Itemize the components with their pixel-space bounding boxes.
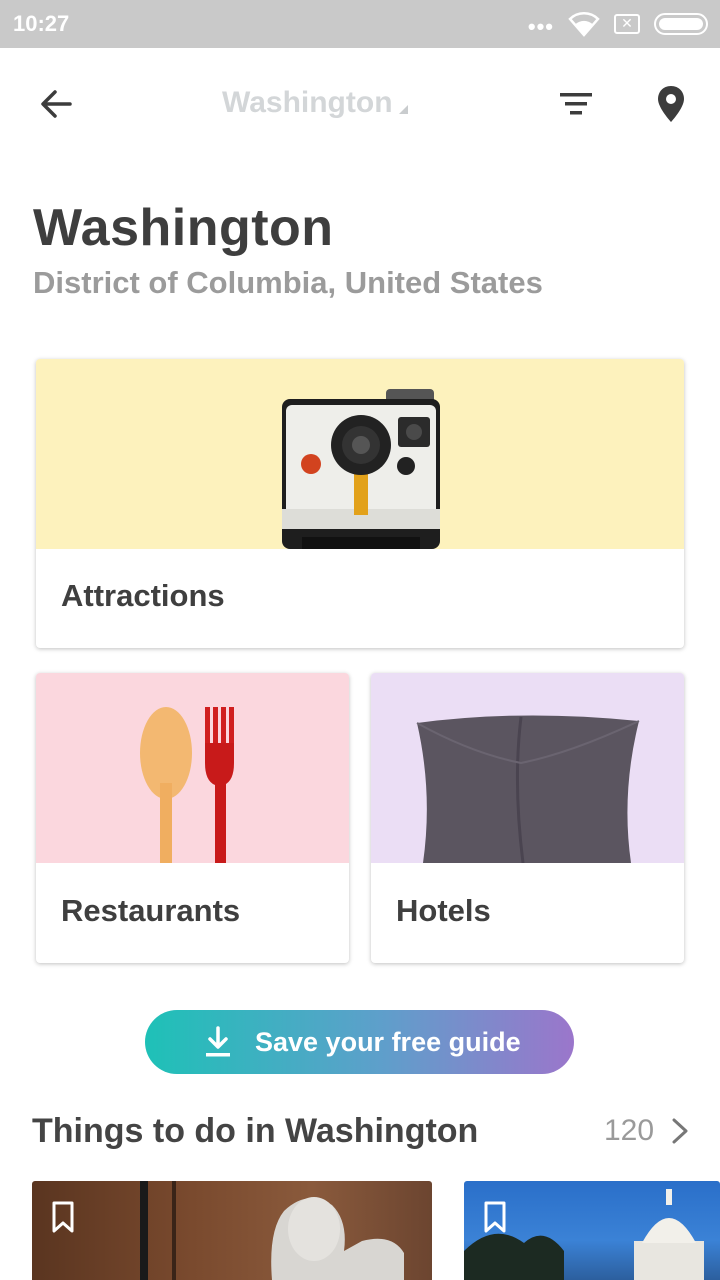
attractions-card[interactable]: Attractions [36,359,684,648]
pillow-image [416,715,640,863]
restaurants-card[interactable]: Restaurants [36,673,349,963]
dropdown-caret-icon [398,105,408,114]
attractions-image [36,359,684,549]
us-capitol-card[interactable] [464,1181,720,1280]
attractions-label: Attractions [61,578,225,613]
bookmark-icon[interactable] [484,1201,506,1233]
hotels-image [371,673,684,863]
city-title: Washington [33,199,334,257]
download-icon [206,1026,230,1057]
things-to-do-title: Things to do in Washington [32,1112,479,1150]
back-arrow-icon [41,90,72,118]
bookmark-icon[interactable] [52,1201,74,1233]
city-subtitle: District of Columbia, United States [33,265,543,300]
app-bar: Washington [0,48,720,160]
battery-icon [654,13,708,35]
filter-button[interactable] [548,76,604,132]
status-bar: 10:27 ••• ✕ [0,0,720,48]
restaurants-image [36,673,349,863]
save-guide-button[interactable]: Save your free guide [145,1010,574,1074]
filter-icon [560,93,592,115]
status-icons: ••• ✕ [527,10,708,39]
hotels-label: Hotels [396,893,491,928]
things-to-do-count[interactable]: 120 [604,1114,654,1148]
restaurants-label: Restaurants [61,893,241,928]
location-pin-icon [658,86,684,122]
location-selector[interactable]: Washington [222,86,408,120]
sim-icon: ✕ [614,14,640,34]
map-button[interactable] [643,76,699,132]
back-button[interactable] [28,76,84,132]
wifi-icon [568,12,600,37]
polaroid-camera-image [282,389,440,549]
lincoln-memorial-card[interactable] [32,1181,432,1280]
chevron-right-icon[interactable] [668,1116,692,1146]
signal-dots: ••• [527,14,554,39]
battery-level [659,18,703,30]
save-guide-label: Save your free guide [255,1027,521,1057]
spoon-and-fork-image [140,707,234,863]
lincoln-memorial-image [140,1181,404,1280]
location-selector-label: Washington [222,86,393,119]
hotels-card[interactable]: Hotels [371,673,684,963]
status-time: 10:27 [13,11,70,36]
